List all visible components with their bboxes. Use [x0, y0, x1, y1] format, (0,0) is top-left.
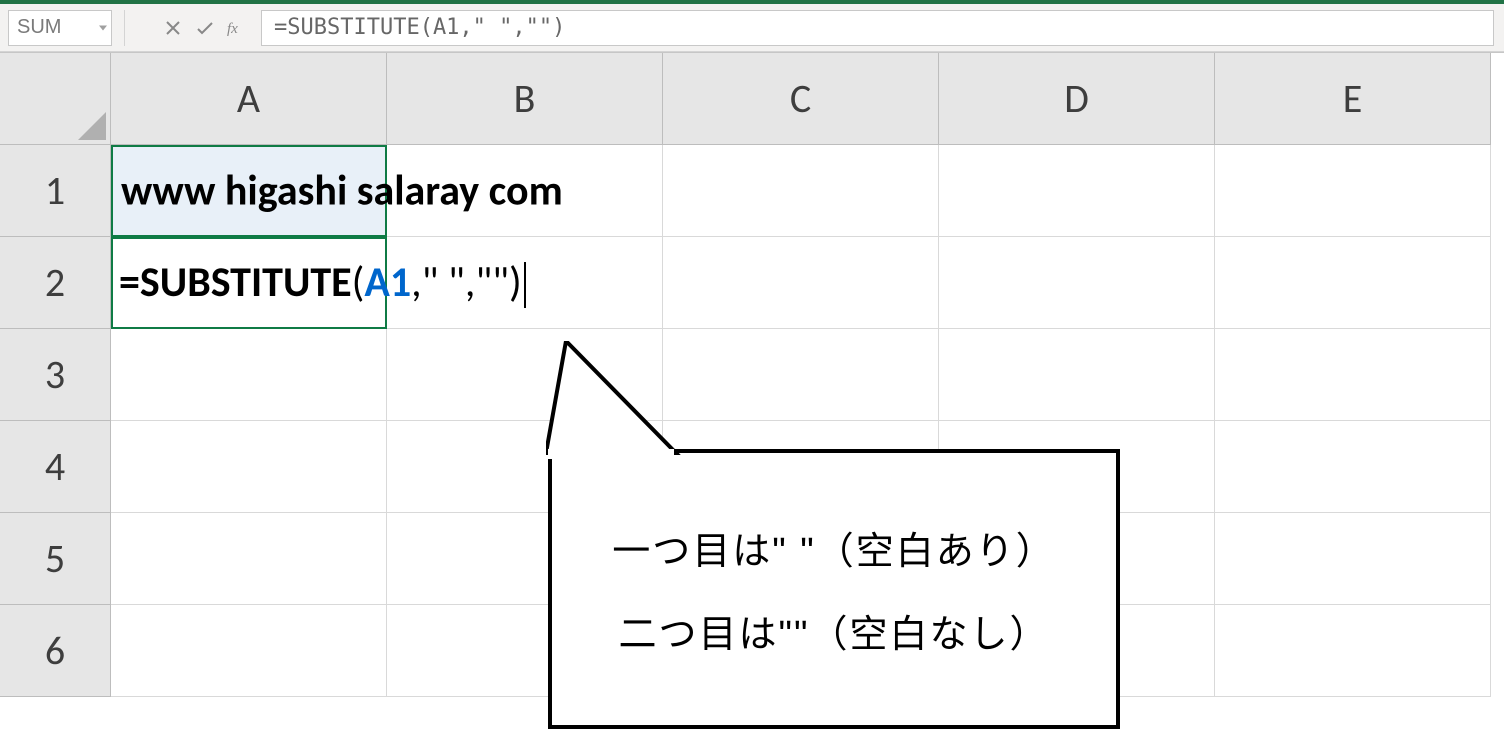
fx-icon: fx [227, 18, 247, 38]
col-header-A[interactable]: A [111, 53, 387, 145]
name-box-value: SUM [17, 16, 61, 39]
row-header-3[interactable]: 3 [0, 329, 111, 421]
callout-line-2: 二つ目は""（空白なし） [576, 603, 1092, 658]
row-header-1[interactable]: 1 [0, 145, 111, 237]
name-box[interactable]: SUM [8, 10, 112, 46]
cell-A2[interactable]: =SUBSTITUTE(A1," ","") [111, 237, 387, 329]
separator [124, 10, 125, 46]
callout-tail [546, 341, 766, 459]
cell-D2[interactable] [939, 237, 1215, 329]
cell-A3[interactable] [111, 329, 387, 421]
row-header-4[interactable]: 4 [0, 421, 111, 513]
callout-line-1: 一つ目は" "（空白あり） [576, 520, 1092, 575]
cell-E5[interactable] [1215, 513, 1491, 605]
formula-bar: SUM fx =SUBSTITUTE(A1," ","") [0, 4, 1504, 52]
cell-D3[interactable] [939, 329, 1215, 421]
check-icon [196, 20, 214, 36]
formula-text: =SUBSTITUTE(A1," ","") [274, 15, 565, 40]
enter-button[interactable] [189, 10, 221, 46]
svg-text:fx: fx [227, 21, 238, 37]
row-header-5[interactable]: 5 [0, 513, 111, 605]
cell-E6[interactable] [1215, 605, 1491, 697]
select-all-corner[interactable] [0, 53, 111, 145]
dropdown-icon[interactable] [99, 25, 107, 30]
col-header-B[interactable]: B [387, 53, 663, 145]
cell-D1[interactable] [939, 145, 1215, 237]
col-header-E[interactable]: E [1215, 53, 1491, 145]
row-header-6[interactable]: 6 [0, 605, 111, 697]
cell-C1[interactable] [663, 145, 939, 237]
cell-A6[interactable] [111, 605, 387, 697]
formula-input[interactable]: =SUBSTITUTE(A1," ","") [261, 10, 1494, 46]
cell-E3[interactable] [1215, 329, 1491, 421]
cell-A5[interactable] [111, 513, 387, 605]
cell-A2-editing: =SUBSTITUTE(A1," ","") [119, 257, 816, 309]
cell-E2[interactable] [1215, 237, 1491, 329]
cancel-button[interactable] [157, 10, 189, 46]
cell-E1[interactable] [1215, 145, 1491, 237]
cell-A1-value: www higashi salaray com [121, 165, 563, 216]
col-header-C[interactable]: C [663, 53, 939, 145]
spreadsheet-grid[interactable]: A B C D E 1 www higashi salaray com 2 =S… [0, 52, 1504, 697]
annotation-callout: 一つ目は" "（空白あり） 二つ目は""（空白なし） [548, 449, 1120, 729]
col-header-D[interactable]: D [939, 53, 1215, 145]
formula-buttons: fx [157, 10, 253, 46]
text-cursor [524, 262, 526, 308]
cell-A4[interactable] [111, 421, 387, 513]
cell-A1[interactable]: www higashi salaray com [111, 145, 387, 237]
cell-E4[interactable] [1215, 421, 1491, 513]
insert-function-button[interactable]: fx [221, 10, 253, 46]
x-icon [165, 20, 181, 36]
row-header-2[interactable]: 2 [0, 237, 111, 329]
